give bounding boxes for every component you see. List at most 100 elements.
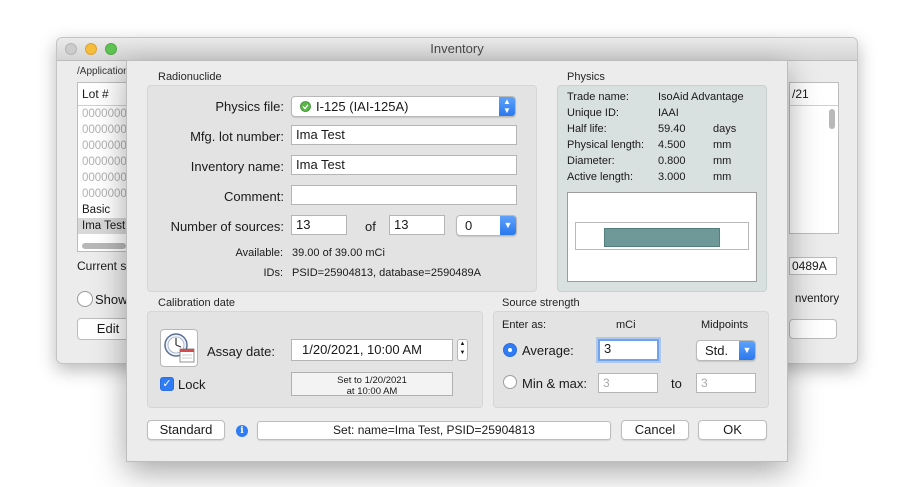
background-window-titlebar: Inventory [57,38,857,61]
physics-unit: mm [713,171,732,183]
min-max-radio[interactable] [503,375,517,389]
to-label: to [671,376,682,391]
info-icon[interactable]: i [236,425,248,437]
num-sources-field[interactable]: 13 [291,215,347,235]
date-stepper[interactable]: ▲ ▼ [457,339,468,361]
physics-file-select[interactable]: I-125 (IAI-125A) ▲ ▼ [291,96,516,117]
mfg-lot-field[interactable]: Ima Test [291,125,517,145]
chevron-down-icon: ▼ [500,216,516,235]
ok-button[interactable]: OK [698,420,767,440]
background-window-title: Inventory [430,41,484,56]
physics-key: Active length: [567,171,634,183]
of-label: of [365,219,376,234]
source-count-value: 0 [465,218,473,233]
assay-date-label: Assay date: [207,344,275,359]
physics-value: IsoAid Advantage [658,91,744,103]
physics-unit: days [713,123,737,135]
physics-value: IAAI [658,107,679,119]
calendar-clock-button[interactable] [160,329,198,367]
lot-list-header[interactable]: Lot # [78,83,130,106]
right-button[interactable] [789,319,837,339]
calibration-section-label: Calibration date [158,297,236,309]
min-mci-field[interactable]: 3 [598,373,658,393]
average-mci-field[interactable]: 3 [598,339,659,361]
list-item[interactable]: Basic [78,202,130,218]
cancel-button[interactable]: Cancel [621,420,689,440]
list-item[interactable]: 0000000 [78,122,130,138]
mci-header: mCi [616,319,636,331]
physics-section-label: Physics [567,71,605,83]
lock-checkbox[interactable]: ✓ [160,377,174,391]
physics-key: Physical length: [567,139,645,151]
zoom-window-button[interactable] [105,43,117,55]
minimize-window-button[interactable] [85,43,97,55]
physics-key: Half life: [567,123,607,135]
ids-label: IDs: [263,267,283,279]
right-list[interactable]: /21 [789,82,839,234]
up-down-chevron-icon: ▲ ▼ [499,97,515,116]
source-count-select[interactable]: 0 ▼ [456,215,517,236]
physics-unit: mm [713,139,732,151]
set-to-line-2: at 10:00 AM [346,386,398,397]
show-radio[interactable] [77,291,93,307]
calendar-clock-icon [164,333,195,363]
lock-label: Lock [178,377,206,392]
list-item[interactable]: 0000000 [78,138,130,154]
right-inventory-label: nventory [795,293,840,305]
physics-key: Trade name: [567,91,629,103]
min-max-label: Min & max: [522,376,588,391]
radionuclide-section-label: Radionuclide [158,71,222,83]
lot-list[interactable]: Lot # 0000000 0000000 0000000 0000000 00… [77,82,131,252]
horizontal-scrollbar[interactable] [82,243,126,249]
seed-preview [567,192,757,282]
standard-button[interactable]: Standard [147,420,225,440]
list-item[interactable]: 0000000 [78,186,130,202]
physics-value: 0.800 [658,155,686,167]
green-status-icon [300,101,311,112]
physics-unit: mm [713,155,732,167]
list-item[interactable]: 0000000 [78,170,130,186]
inventory-name-label: Inventory name: [190,159,284,174]
application-path: /Application [77,66,129,77]
physics-value: 4.500 [658,139,686,151]
available-label: Available: [235,247,284,259]
status-message-field: Set: name=Ima Test, PSID=25904813 [257,421,611,440]
max-mci-field[interactable]: 3 [696,373,756,393]
seed-active-core [604,228,720,247]
physics-value: 3.000 [658,171,686,183]
vertical-scrollbar[interactable] [829,109,835,129]
comment-field[interactable] [291,185,517,205]
ids-value: PSID=25904813, database=2590489A [292,267,481,279]
midpoints-value: Std. [705,343,729,358]
physics-key: Diameter: [567,155,615,167]
set-to-line-1: Set to 1/20/2021 [337,375,407,386]
mfg-lot-label: Mfg. lot number: [190,129,284,144]
show-label: Show [95,292,128,307]
set-to-date-button[interactable]: Set to 1/20/2021 at 10:00 AM [291,372,453,397]
average-radio[interactable] [503,343,517,357]
stepper-down-icon[interactable]: ▼ [460,350,466,356]
comment-label: Comment: [224,189,284,204]
total-sources-field[interactable]: 13 [389,215,445,235]
chevron-down-icon: ▼ [739,341,755,360]
list-item-selected[interactable]: Ima Test [78,218,130,234]
source-strength-section-label: Source strength [502,297,580,309]
available-value: 39.00 of 39.00 mCi [292,247,385,259]
midpoints-header: Midpoints [701,319,749,331]
assay-date-field[interactable]: 1/20/2021, 10:00 AM [291,339,453,361]
physics-value: 59.40 [658,123,686,135]
list-item[interactable]: 0000000 [78,106,130,122]
physics-file-value: I-125 (IAI-125A) [316,99,409,114]
midpoints-select[interactable]: Std. ▼ [696,340,756,361]
close-window-button[interactable] [65,43,77,55]
num-sources-label: Number of sources: [170,219,284,234]
list-item[interactable]: 0000000 [78,154,130,170]
inventory-name-field[interactable]: Ima Test [291,155,517,175]
right-value-field: 0489A [789,257,837,275]
stepper-up-icon[interactable]: ▲ [460,341,466,347]
physics-key: Unique ID: [567,107,619,119]
enter-as-label: Enter as: [502,319,547,331]
current-label: Current se [77,259,134,273]
physics-file-label: Physics file: [215,99,284,114]
right-list-header[interactable]: /21 [790,83,838,106]
